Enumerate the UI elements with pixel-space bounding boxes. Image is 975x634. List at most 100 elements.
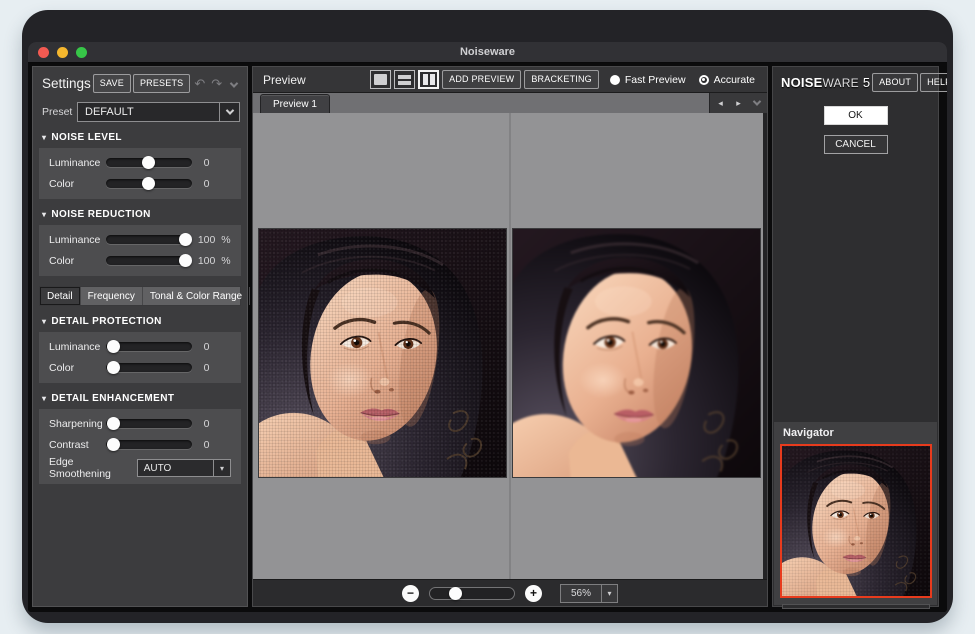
chevron-down-icon <box>225 106 233 114</box>
slider-row: Color 0 <box>39 173 241 194</box>
history-dropdown-button[interactable] <box>226 75 242 93</box>
fast-preview-radio[interactable]: Fast Preview <box>610 74 686 86</box>
edge-smoothening-label: Edge Smoothening <box>49 456 137 480</box>
slider-value: 0 <box>192 418 221 430</box>
pane-divider[interactable] <box>509 113 511 579</box>
section-detail-protection-header[interactable]: ▾ DETAIL PROTECTION <box>33 306 247 330</box>
accurate-radio[interactable]: Accurate <box>699 74 755 86</box>
window-content: Settings SAVE PRESETS ↶ ↷ Preset DEFAULT <box>28 63 947 612</box>
prev-preview-icon[interactable]: ◂ <box>713 96 728 111</box>
slider-value: 0 <box>192 362 221 374</box>
tab-tonal-color-range[interactable]: Tonal & Color Range <box>143 287 250 305</box>
redo-icon[interactable]: ↷ <box>209 77 224 91</box>
slider-value: 0 <box>192 439 221 451</box>
screen: Noiseware Settings SAVE PRESETS ↶ ↷ Pres… <box>0 0 975 634</box>
slider-row: Sharpening 0 <box>39 413 241 434</box>
navigator-thumbnail[interactable] <box>780 444 932 598</box>
collapse-triangle-icon: ▾ <box>42 317 46 326</box>
tab-preview-1[interactable]: Preview 1 <box>260 94 330 113</box>
chevron-down-icon: ▾ <box>607 589 611 598</box>
zoom-slider-thumb[interactable] <box>449 587 462 600</box>
view-split-horizontal-button[interactable] <box>394 70 415 89</box>
collapse-triangle-icon: ▾ <box>42 394 46 403</box>
preset-value: DEFAULT <box>78 106 219 118</box>
slider-thumb[interactable] <box>142 156 155 169</box>
preset-label: Preset <box>42 106 77 118</box>
slider-label: Luminance <box>49 157 104 169</box>
section-title: DETAIL PROTECTION <box>51 316 161 327</box>
about-button[interactable]: ABOUT <box>872 73 918 92</box>
slider-label: Sharpening <box>49 418 104 430</box>
window-title: Noiseware <box>28 42 947 63</box>
luminance-protection-slider[interactable] <box>106 340 192 353</box>
radio-selected-icon <box>699 75 709 85</box>
luminance-noise-slider[interactable] <box>106 156 192 169</box>
undo-icon[interactable]: ↶ <box>192 77 207 91</box>
preview-list-button[interactable] <box>749 96 764 111</box>
monitor-bezel: Noiseware Settings SAVE PRESETS ↶ ↷ Pres… <box>22 10 953 623</box>
slider-label: Luminance <box>49 341 104 353</box>
tab-detail[interactable]: Detail <box>40 287 81 305</box>
preset-dropdown-button[interactable] <box>219 103 239 121</box>
zoom-level-select[interactable]: 56% ▾ <box>560 584 618 603</box>
slider-value: 100 <box>192 234 221 246</box>
navigator-scroll-strip[interactable] <box>782 604 930 609</box>
slider-row: Color 0 <box>39 357 241 378</box>
color-protection-slider[interactable] <box>106 361 192 374</box>
next-preview-icon[interactable]: ▸ <box>731 96 746 111</box>
ok-button[interactable]: OK <box>824 106 888 125</box>
slider-row: Contrast 0 <box>39 434 241 455</box>
slider-thumb[interactable] <box>142 177 155 190</box>
slider-thumb[interactable] <box>179 254 192 267</box>
slider-unit: % <box>221 255 233 267</box>
section-title: NOISE LEVEL <box>51 132 122 143</box>
slider-thumb[interactable] <box>107 361 120 374</box>
view-split-horizontal-icon <box>398 75 411 85</box>
section-title: NOISE REDUCTION <box>51 209 150 220</box>
slider-thumb[interactable] <box>107 438 120 451</box>
color-noise-slider[interactable] <box>106 177 192 190</box>
bracketing-button[interactable]: BRACKETING <box>524 70 599 89</box>
view-split-vertical-button[interactable] <box>418 70 439 89</box>
section-title: DETAIL ENHANCEMENT <box>51 393 174 404</box>
slider-label: Color <box>49 362 104 374</box>
zoom-bar: − + 56% ▾ <box>253 579 767 606</box>
collapse-triangle-icon: ▾ <box>42 133 46 142</box>
luminance-reduction-slider[interactable] <box>106 233 192 246</box>
preview-canvas[interactable] <box>253 113 767 579</box>
slider-thumb[interactable] <box>107 417 120 430</box>
zoom-slider[interactable] <box>429 587 515 600</box>
presets-button[interactable]: PRESETS <box>133 74 190 93</box>
section-detail-enhancement-header[interactable]: ▾ DETAIL ENHANCEMENT <box>33 383 247 407</box>
section-noise-reduction-header[interactable]: ▾ NOISE REDUCTION <box>33 199 247 223</box>
zoom-level-value: 56% <box>561 588 601 599</box>
view-single-button[interactable] <box>370 70 391 89</box>
add-preview-button[interactable]: ADD PREVIEW <box>442 70 521 89</box>
tab-frequency[interactable]: Frequency <box>81 287 143 305</box>
slider-value: 0 <box>192 341 221 353</box>
noiseware-logo: NOISEWARE5 <box>781 74 870 92</box>
help-button[interactable]: HELP <box>920 73 947 92</box>
edge-smoothening-value: AUTO <box>138 463 213 474</box>
slider-row: Luminance 0 <box>39 336 241 357</box>
settings-tabstrip: Detail Frequency Tonal & Color Range <box>39 286 241 306</box>
navigator-title: Navigator <box>774 422 937 442</box>
contrast-slider[interactable] <box>106 438 192 451</box>
save-button[interactable]: SAVE <box>93 74 131 93</box>
preview-image-filtered[interactable] <box>512 228 761 478</box>
preview-image-original[interactable] <box>258 228 507 478</box>
zoom-dropdown-button[interactable]: ▾ <box>601 585 617 602</box>
slider-thumb[interactable] <box>107 340 120 353</box>
zoom-in-icon[interactable]: + <box>525 585 542 602</box>
sharpening-slider[interactable] <box>106 417 192 430</box>
zoom-out-icon[interactable]: − <box>402 585 419 602</box>
preset-select[interactable]: DEFAULT <box>77 102 240 122</box>
slider-thumb[interactable] <box>179 233 192 246</box>
color-reduction-slider[interactable] <box>106 254 192 267</box>
edge-smoothening-select[interactable]: AUTO ▾ <box>137 459 231 477</box>
preview-panel: Preview ADD PREVIEW BRACKETING Fast Prev… <box>252 66 768 607</box>
edge-dropdown-button[interactable]: ▾ <box>213 460 230 476</box>
settings-panel-title: Settings <box>42 76 91 91</box>
cancel-button[interactable]: CANCEL <box>824 135 888 154</box>
section-noise-level-header[interactable]: ▾ NOISE LEVEL <box>33 122 247 146</box>
